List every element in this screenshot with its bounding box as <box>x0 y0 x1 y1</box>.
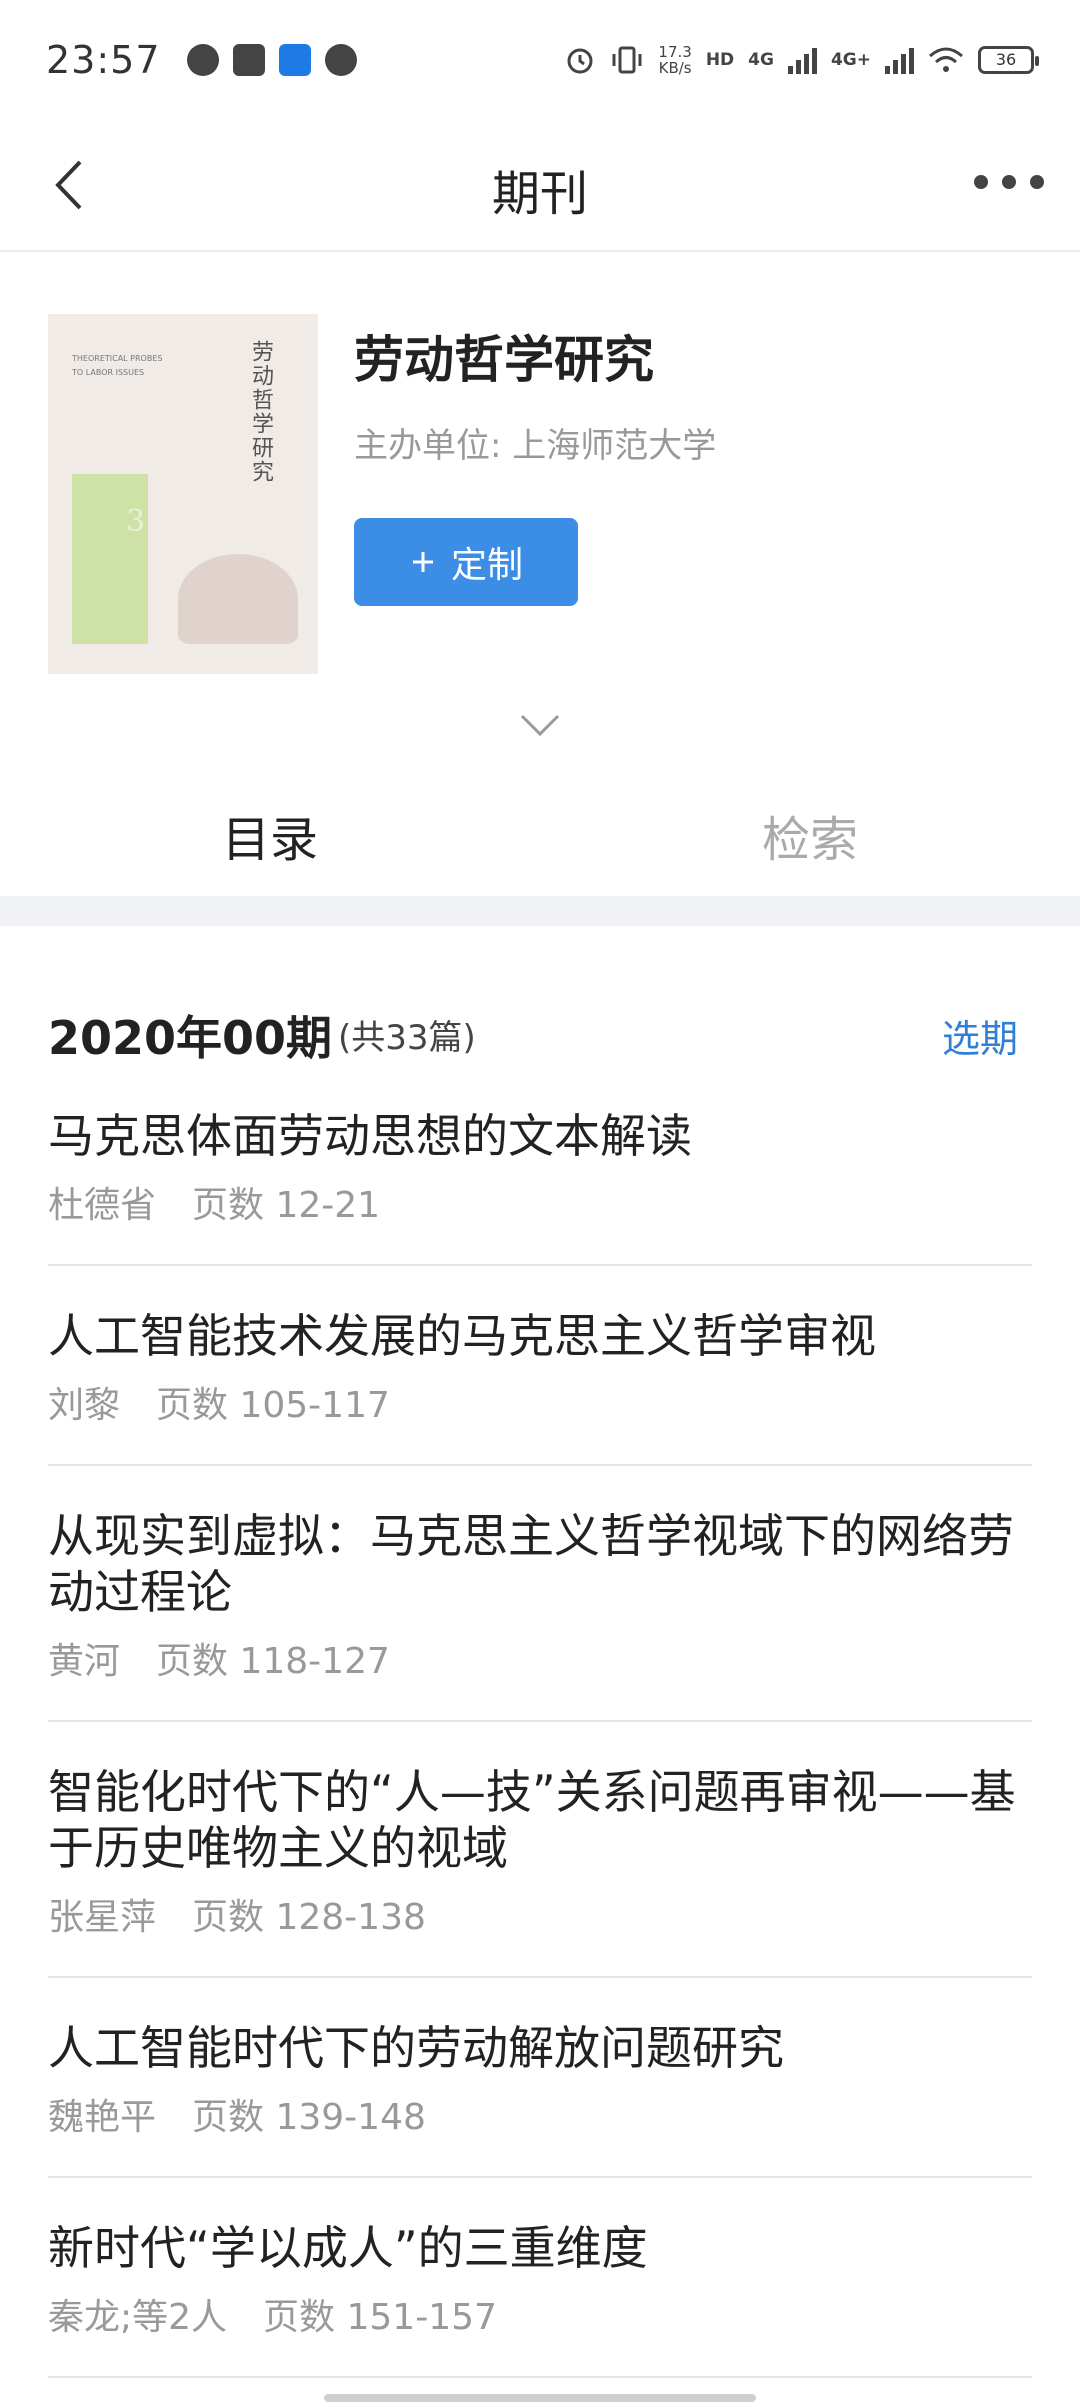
notification-icons <box>186 44 357 76</box>
article-title: 人工智能技术发展的马克思主义哲学审视 <box>48 1309 876 1363</box>
vibrate-icon <box>612 46 642 74</box>
plus-icon <box>412 552 433 572</box>
article-list: 马克思体面劳动思想的文本解读 杜德省 页数 12-21 人工智能技术发展的马克思主… <box>48 1086 1032 2378</box>
issue-title: 2020年00期 <box>48 1011 333 1065</box>
network-type-1: 4G <box>748 50 774 70</box>
list-item[interactable]: 人工智能时代下的劳动解放问题研究 魏艳平 页数 139-148 <box>48 1978 1032 2178</box>
list-item[interactable]: 人工智能技术发展的马克思主义哲学审视 刘黎 页数 105-117 <box>48 1266 1032 1466</box>
journal-cover: THEORETICAL PROBES TO LABOR ISSUES 劳动哲学研… <box>48 314 318 674</box>
net-speed: 17.3 KB/s <box>658 43 692 77</box>
app-icon <box>278 44 311 76</box>
article-meta: 魏艳平 页数 139-148 <box>48 2088 1032 2140</box>
chevron-down-icon <box>520 714 560 737</box>
wechat-icon <box>186 44 219 76</box>
article-meta: 秦龙;等2人 页数 151-157 <box>48 2288 1032 2340</box>
article-author: 黄河 <box>48 1641 121 1682</box>
more-dot <box>1030 175 1044 189</box>
more-button[interactable] <box>974 162 1044 202</box>
page-title: 期刊 <box>491 166 588 222</box>
alarm-icon <box>567 48 593 74</box>
signal-icon-2 <box>885 46 914 74</box>
nav-bar: 期刊 <box>0 120 1080 252</box>
status-time: 23:57 <box>46 38 161 82</box>
list-item[interactable]: 马克思体面劳动思想的文本解读 杜德省 页数 12-21 <box>48 1086 1032 1266</box>
subscribe-label: 定制 <box>450 545 523 586</box>
more-dot <box>1002 175 1016 189</box>
battery-icon: 36 <box>978 46 1039 74</box>
article-author: 魏艳平 <box>48 2097 157 2138</box>
article-meta: 黄河 页数 118-127 <box>48 1632 1032 1684</box>
article-title: 从现实到虚拟：马克思主义哲学视域下的网络劳动过程论 <box>48 1509 1014 1619</box>
hd-badge: HD <box>705 50 735 70</box>
article-author: 秦龙;等2人 <box>48 2297 228 2338</box>
select-issue-button[interactable]: 选期 <box>942 1008 1018 1063</box>
article-meta: 杜德省 页数 12-21 <box>48 1176 1032 1228</box>
article-meta: 刘黎 页数 105-117 <box>48 1376 1032 1428</box>
system-icons: 17.3 KB/s HD 4G 4G+ 36 <box>564 43 1039 77</box>
tab-catalog[interactable]: 目录 <box>0 800 540 870</box>
article-author: 刘黎 <box>48 1385 121 1426</box>
mail-icon <box>232 44 265 76</box>
list-item[interactable]: 智能化时代下的“人—技”关系问题再审视——基于历史唯物主义的视域 张星萍 页数 1… <box>48 1722 1032 1978</box>
cover-issue-number: 3 <box>126 504 146 539</box>
expand-button[interactable] <box>518 710 562 740</box>
journal-name: 劳动哲学研究 <box>354 331 654 389</box>
article-title: 人工智能时代下的劳动解放问题研究 <box>48 2021 784 2075</box>
more-dot <box>974 175 988 189</box>
home-indicator[interactable] <box>324 2394 756 2402</box>
article-title: 智能化时代下的“人—技”关系问题再审视——基于历史唯物主义的视域 <box>48 1765 1016 1875</box>
tab-search[interactable]: 检索 <box>540 800 1080 870</box>
signal-icon <box>787 46 817 74</box>
wifi-icon <box>929 47 963 72</box>
journal-sponsor: 主办单位: 上海师范大学 <box>354 426 717 466</box>
cover-english-title: THEORETICAL PROBES TO LABOR ISSUES <box>72 354 163 377</box>
status-bar: 23:57 17.3 KB/s HD 4G 4G+ 36 <box>0 0 1080 120</box>
article-pages: 页数 151-157 <box>263 2297 497 2338</box>
subscribe-button[interactable]: 定制 <box>354 518 578 606</box>
section-divider <box>0 896 1080 926</box>
article-title: 马克思体面劳动思想的文本解读 <box>48 1109 692 1163</box>
list-item[interactable]: 从现实到虚拟：马克思主义哲学视域下的网络劳动过程论 黄河 页数 118-127 <box>48 1466 1032 1722</box>
cover-tree-illustration <box>178 554 298 644</box>
article-author: 杜德省 <box>48 1185 157 1226</box>
issue-article-count: (共33篇) <box>338 1018 476 1058</box>
article-pages: 页数 105-117 <box>156 1385 390 1426</box>
article-pages: 页数 139-148 <box>192 2097 426 2138</box>
article-pages: 页数 12-21 <box>192 1185 381 1226</box>
list-item[interactable]: 新时代“学以成人”的三重维度 秦龙;等2人 页数 151-157 <box>48 2178 1032 2378</box>
message-icon <box>324 44 357 76</box>
network-type-2: 4G+ <box>830 50 871 70</box>
article-pages: 页数 128-138 <box>192 1897 426 1938</box>
cover-title: 劳动哲学研究 <box>248 340 273 484</box>
article-meta: 张星萍 页数 128-138 <box>48 1888 1032 1940</box>
article-title: 新时代“学以成人”的三重维度 <box>48 2221 648 2275</box>
article-author: 张星萍 <box>48 1897 157 1938</box>
cover-green-block <box>72 474 148 644</box>
article-pages: 页数 118-127 <box>156 1641 390 1682</box>
